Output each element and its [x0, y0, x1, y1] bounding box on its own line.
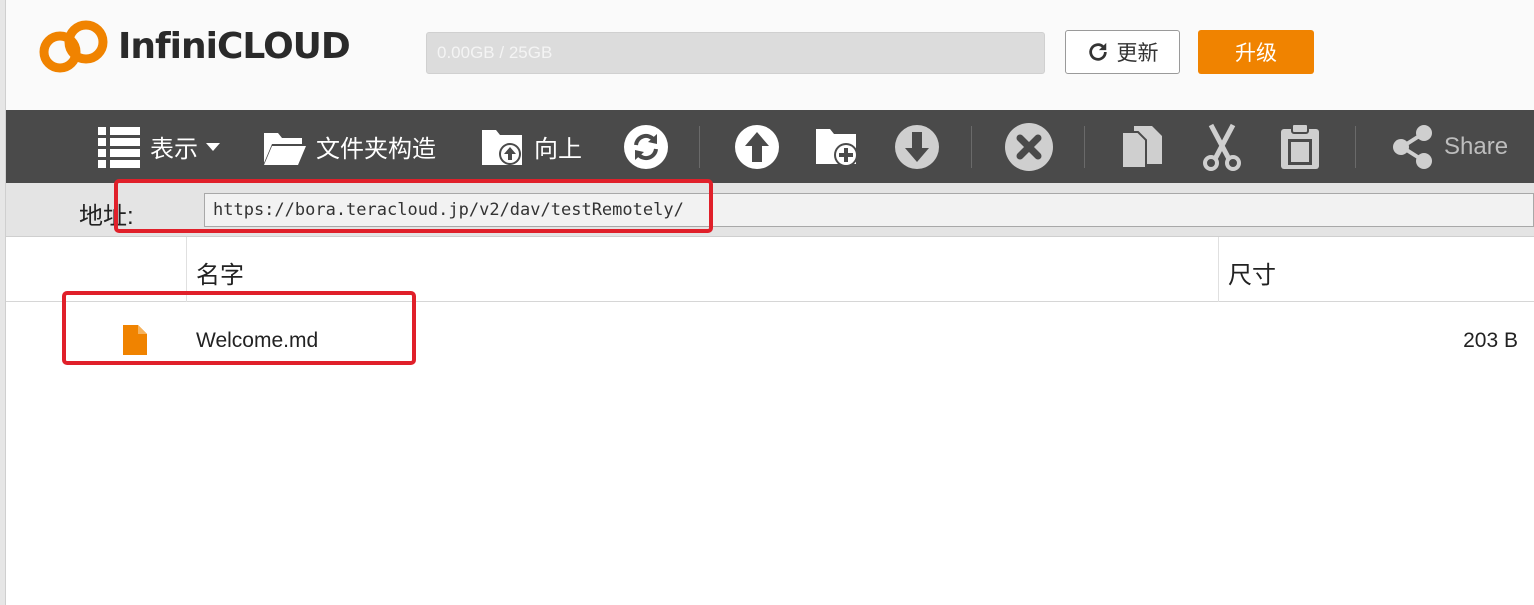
toolbar: 表示 文件夹构造 向上 Share [6, 110, 1534, 183]
file-name[interactable]: Welcome.md [196, 329, 318, 353]
folder-add-icon [816, 128, 858, 167]
view-menu-button[interactable]: 表示 [96, 110, 220, 183]
refresh-button-label: 更新 [1116, 42, 1159, 65]
column-divider [186, 237, 187, 302]
caret-down-icon [206, 142, 220, 151]
reload-icon [624, 124, 668, 169]
upload-button[interactable] [734, 110, 780, 183]
logo-text: InfiniCLOUD [118, 25, 351, 67]
new-folder-button[interactable] [814, 110, 862, 183]
column-header-name[interactable]: 名字 [196, 255, 244, 290]
address-bar: 地址: https://bora.teracloud.jp/v2/dav/tes… [6, 183, 1534, 237]
share-label: Share [1444, 132, 1509, 160]
file-table-header: 名字 尺寸 [6, 237, 1534, 302]
list-icon [98, 126, 140, 168]
go-up-button[interactable]: 向上 [480, 110, 582, 183]
toolbar-divider [699, 126, 700, 168]
go-up-label: 向上 [534, 136, 582, 163]
header: InfiniCLOUD 0.00GB / 25GB 更新 升级 [6, 0, 1534, 110]
delete-button[interactable] [1004, 110, 1054, 183]
column-header-size[interactable]: 尺寸 [1228, 255, 1276, 290]
file-icon [123, 325, 147, 355]
toolbar-divider [1084, 126, 1085, 168]
infinicloud-logo-icon [39, 20, 108, 73]
address-input[interactable]: https://bora.teracloud.jp/v2/dav/testRem… [204, 193, 1534, 227]
share-icon [1393, 124, 1432, 169]
logo: InfiniCLOUD [38, 18, 351, 74]
toolbar-divider [971, 126, 972, 168]
paste-button[interactable] [1279, 110, 1321, 183]
file-size: 203 B [1463, 329, 1518, 352]
column-divider [1218, 237, 1219, 302]
clipboard-icon [1281, 122, 1319, 169]
view-menu-label: 表示 [150, 136, 198, 163]
scissors-icon [1203, 123, 1241, 171]
folder-up-icon [482, 129, 522, 165]
delete-icon [1005, 122, 1053, 171]
upload-icon [735, 124, 779, 169]
refresh-button[interactable]: 更新 [1065, 30, 1180, 74]
download-button[interactable] [894, 110, 940, 183]
toolbar-divider [1355, 126, 1356, 168]
cut-button[interactable] [1199, 110, 1245, 183]
address-label: 地址: [79, 203, 134, 230]
copy-button[interactable] [1120, 110, 1166, 183]
storage-usage-text: 0.00GB / 25GB [437, 43, 553, 62]
refresh-icon [1088, 42, 1107, 61]
storage-usage-bar: 0.00GB / 25GB [426, 32, 1045, 74]
folder-structure-button[interactable]: 文件夹构造 [262, 110, 436, 183]
folder-structure-label: 文件夹构造 [316, 136, 436, 163]
download-icon [895, 124, 939, 169]
copy-icon [1121, 125, 1162, 169]
upgrade-button[interactable]: 升级 [1198, 30, 1314, 74]
folder-open-icon [264, 132, 306, 165]
share-button[interactable]: Share [1390, 110, 1508, 183]
table-row[interactable]: Welcome.md 203 B [6, 302, 1534, 374]
reload-button[interactable] [623, 110, 669, 183]
